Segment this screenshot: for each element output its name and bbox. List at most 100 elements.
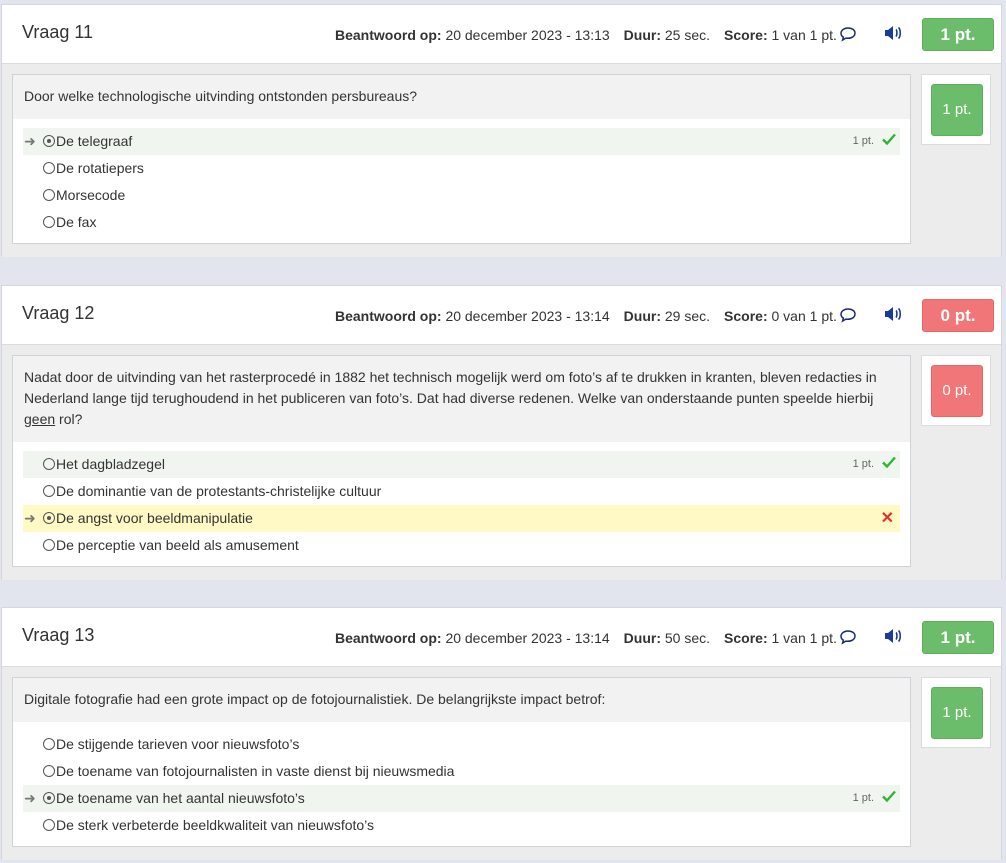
question-card: Nadat door de uitvinding van het rasterp… — [12, 355, 911, 567]
answer-option[interactable]: Morsecode — [23, 182, 900, 209]
question-title: Vraag 11 — [22, 22, 94, 42]
score-label: Score: — [724, 630, 768, 646]
option-label: De toename van het aantal nieuwsfoto’s — [56, 790, 305, 806]
question-title: Vraag 12 — [22, 303, 95, 323]
answer-option[interactable]: ➜ De toename van het aantal nieuwsfoto’s… — [23, 785, 900, 812]
duration-value: 29 sec. — [664, 308, 711, 324]
question-13: Vraag 13 Beantwoord op: 20 december 2023… — [1, 607, 1002, 860]
option-points: 1 pt. — [852, 792, 874, 804]
cross-icon: ✕ — [880, 510, 894, 527]
option-label: Het dagbladzegel — [56, 456, 165, 472]
option-label: De angst voor beeldmanipulatie — [56, 510, 253, 526]
question-body: Nadat door de uitvinding van het rasterp… — [2, 345, 1001, 580]
radio[interactable] — [43, 485, 55, 498]
answer-option[interactable]: De fax — [23, 209, 900, 236]
answered-value: 20 december 2023 - 13:14 — [445, 308, 610, 324]
option-label: De telegraaf — [56, 133, 133, 149]
checkmark-icon — [882, 133, 896, 146]
comment-icon[interactable] — [839, 306, 857, 324]
speaker-icon[interactable] — [883, 305, 903, 323]
question-card: Door welke technologische uitvinding ont… — [12, 74, 911, 244]
option-label: De rotatiepers — [56, 160, 144, 176]
answer-option[interactable]: De stijgende tarieven voor nieuwsfoto’s — [23, 731, 900, 758]
radio[interactable] — [43, 162, 55, 175]
answer-option[interactable]: De rotatiepers — [23, 155, 900, 182]
answer-option[interactable]: ➜ De telegraaf 1 pt. — [23, 128, 900, 155]
question-stem: Door welke technologische uitvinding ont… — [13, 75, 910, 119]
stem-text: Nadat door de uitvinding van het rasterp… — [24, 369, 877, 406]
option-points: 1 pt. — [852, 458, 874, 470]
option-label: De fax — [56, 214, 97, 230]
answered-value: 20 december 2023 - 13:13 — [445, 27, 610, 43]
radio[interactable] — [43, 458, 55, 471]
radio[interactable] — [43, 216, 55, 229]
score-panel: 0 pt. — [921, 355, 991, 426]
question-12: Vraag 12 Beantwoord op: 20 december 2023… — [1, 285, 1002, 580]
radio[interactable] — [43, 539, 55, 552]
option-label: De perceptie van beeld als amusement — [56, 537, 299, 553]
score-badge[interactable]: 0 pt. — [922, 299, 994, 332]
option-label: De toename van fotojournalisten in vaste… — [56, 763, 455, 779]
arrow-right-icon: ➜ — [24, 510, 36, 526]
question-11: Vraag 11 Beantwoord op: 20 december 2023… — [1, 4, 1002, 257]
option-label: De sterk verbeterde beeldkwaliteit van n… — [56, 817, 375, 833]
question-header: Vraag 11 Beantwoord op: 20 december 2023… — [2, 5, 1001, 64]
answer-option[interactable]: De perceptie van beeld als amusement — [23, 532, 900, 559]
arrow-right-icon: ➜ — [24, 133, 36, 149]
question-meta: Beantwoord op: 20 december 2023 - 13:14 D… — [335, 630, 837, 646]
radio[interactable] — [43, 819, 55, 832]
score-badge[interactable]: 1 pt. — [922, 18, 994, 51]
duration-value: 50 sec. — [664, 630, 711, 646]
radio[interactable] — [43, 189, 55, 202]
question-stem: Nadat door de uitvinding van het rasterp… — [13, 356, 910, 442]
arrow-right-icon: ➜ — [24, 790, 36, 806]
checkmark-icon — [882, 456, 896, 469]
answer-option[interactable]: De dominantie van de protestants-christe… — [23, 478, 900, 505]
question-meta: Beantwoord op: 20 december 2023 - 13:14 D… — [335, 308, 837, 324]
duration-label: Duur: — [623, 630, 661, 646]
radio[interactable] — [43, 765, 55, 778]
score-tile: 0 pt. — [931, 365, 983, 417]
answer-options: De stijgende tarieven voor nieuwsfoto’s … — [13, 722, 910, 847]
comment-icon[interactable] — [839, 628, 857, 646]
option-label: De stijgende tarieven voor nieuwsfoto’s — [56, 736, 300, 752]
speaker-icon[interactable] — [883, 627, 903, 645]
score-panel: 1 pt. — [921, 74, 991, 145]
duration-value: 25 sec. — [664, 27, 711, 43]
speaker-icon[interactable] — [883, 24, 903, 42]
radio-selected[interactable] — [43, 135, 55, 148]
answer-options: ➜ De telegraaf 1 pt. De rotatiepers Mors… — [13, 119, 910, 244]
radio[interactable] — [43, 738, 55, 751]
radio-selected[interactable] — [43, 792, 55, 805]
answer-option[interactable]: Het dagbladzegel 1 pt. — [23, 451, 900, 478]
answer-option[interactable]: De toename van fotojournalisten in vaste… — [23, 758, 900, 785]
question-body: Digitale fotografie had een grote impact… — [2, 667, 1001, 860]
score-tile: 1 pt. — [931, 687, 983, 739]
question-meta: Beantwoord op: 20 december 2023 - 13:13 D… — [335, 27, 837, 43]
question-header: Vraag 12 Beantwoord op: 20 december 2023… — [2, 286, 1001, 345]
score-badge[interactable]: 1 pt. — [922, 621, 994, 654]
score-label: Score: — [724, 308, 768, 324]
answered-label: Beantwoord op: — [335, 308, 442, 324]
checkmark-icon — [882, 790, 896, 803]
question-title: Vraag 13 — [22, 625, 95, 645]
answer-option[interactable]: ➜ De angst voor beeldmanipulatie ✕ — [23, 505, 900, 532]
answer-options: Het dagbladzegel 1 pt. De dominantie van… — [13, 442, 910, 567]
score-value: 0 van 1 pt. — [771, 308, 837, 324]
duration-label: Duur: — [623, 27, 661, 43]
option-label: Morsecode — [56, 187, 126, 203]
radio-selected[interactable] — [43, 512, 55, 525]
score-tile: 1 pt. — [931, 84, 983, 136]
duration-label: Duur: — [623, 308, 661, 324]
option-label: De dominantie van de protestants-christe… — [56, 483, 382, 499]
question-header: Vraag 13 Beantwoord op: 20 december 2023… — [2, 608, 1001, 667]
option-points: 1 pt. — [852, 135, 874, 147]
answer-option[interactable]: De sterk verbeterde beeldkwaliteit van n… — [23, 812, 900, 839]
answered-label: Beantwoord op: — [335, 630, 442, 646]
question-card: Digitale fotografie had een grote impact… — [12, 677, 911, 847]
comment-icon[interactable] — [839, 25, 857, 43]
score-value: 1 van 1 pt. — [771, 27, 837, 43]
score-label: Score: — [724, 27, 768, 43]
score-value: 1 van 1 pt. — [771, 630, 837, 646]
score-panel: 1 pt. — [921, 677, 991, 748]
